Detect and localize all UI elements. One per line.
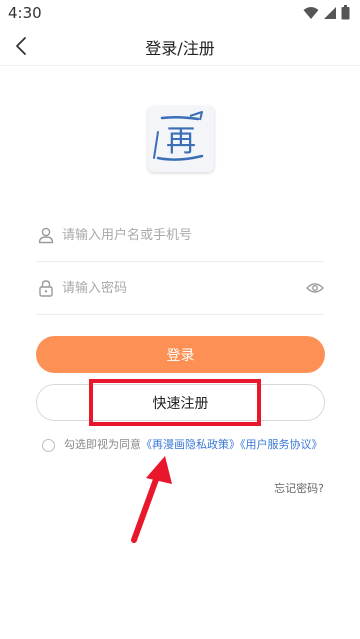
eye-icon[interactable] (306, 280, 324, 296)
wifi-icon (303, 6, 319, 19)
forgot-password-link[interactable]: 忘记密码? (274, 480, 324, 496)
app-logo: 再 (148, 106, 214, 172)
annotation-arrow-icon (131, 456, 172, 543)
battery-icon (341, 5, 350, 20)
page-title: 登录/注册 (145, 39, 215, 58)
agreement-row: 勾选即视为同意《再漫画隐私政策》《用户服务协议》 (36, 436, 326, 454)
user-icon (38, 227, 54, 244)
login-button[interactable]: 登录 (36, 336, 325, 373)
lock-icon (39, 280, 53, 297)
logo-glyph: 再 (166, 124, 196, 159)
nav-bar: 登录/注册 (0, 26, 360, 66)
username-field (36, 210, 324, 262)
status-icons (303, 5, 350, 20)
signal-icon (324, 6, 336, 19)
terms-of-service-link[interactable]: 《用户服务协议》 (240, 438, 323, 451)
agreement-prefix: 勾选即视为同意 (64, 438, 141, 451)
app-logo-mark: 再 (153, 111, 204, 161)
password-field (36, 263, 324, 315)
privacy-policy-link[interactable]: 《再漫画隐私政策》 (141, 438, 240, 451)
agreement-checkbox[interactable] (42, 439, 55, 452)
username-input[interactable] (62, 224, 302, 246)
register-highlight-box (89, 379, 261, 426)
agreement-text: 勾选即视为同意《再漫画隐私政策》《用户服务协议》 (36, 436, 326, 454)
status-time: 4:30 (8, 4, 42, 22)
status-bar: 4:30 (0, 0, 360, 26)
password-input[interactable] (62, 277, 302, 299)
